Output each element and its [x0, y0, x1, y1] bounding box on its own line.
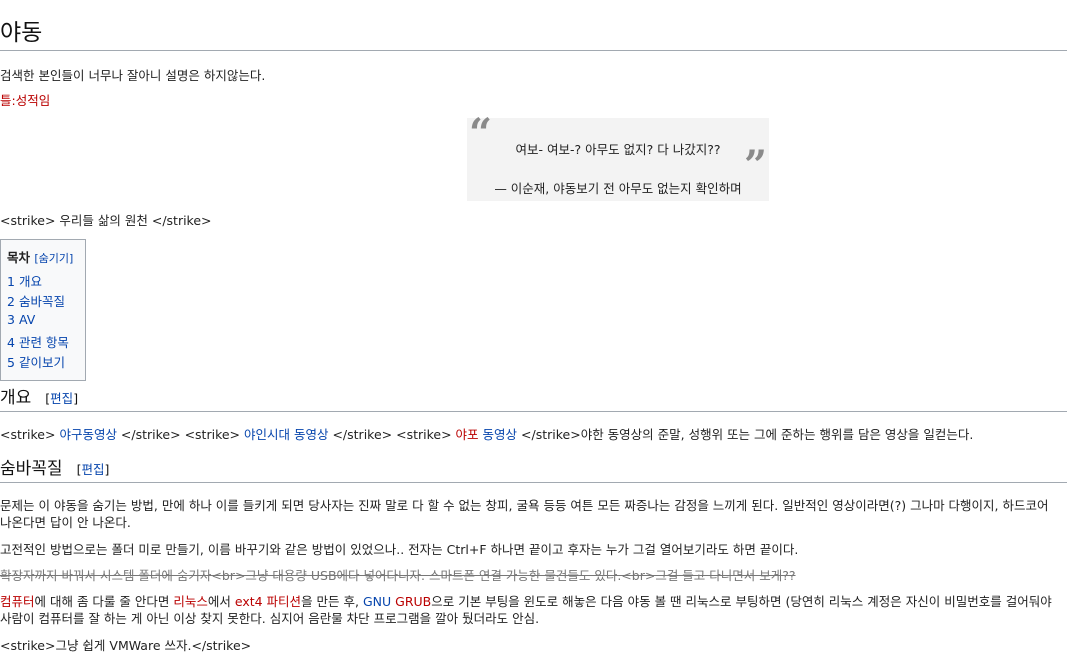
overview-paragraph: <strike> 야구동영상 </strike> <strike> 야인시대 동… — [0, 427, 974, 442]
quote-text: 여보- 여보-? 아무도 없지? 다 나갔지?? — [515, 142, 721, 157]
link-yapo[interactable]: 야포 — [456, 427, 479, 442]
paragraph-1b: 나온다면 답이 안 나온다. — [0, 515, 131, 530]
article: 야동 검색한 본인들이 너무나 잘아니 설명은 하지않는다. 틀:성적임 “ ”… — [0, 0, 1067, 653]
paragraph-5: <strike>그냥 쉽게 VMWare 쓰자.</strike> — [0, 638, 252, 653]
link-linux[interactable]: 리눅스 — [173, 594, 208, 609]
template-link[interactable]: 틀:성적임 — [0, 93, 50, 108]
toc-title: 목차 — [7, 250, 31, 265]
page-title: 야동 — [0, 0, 1067, 51]
edit-section-link[interactable]: [편집] — [45, 391, 78, 406]
edit-section-link[interactable]: [편집] — [77, 462, 110, 477]
toc-item[interactable]: 1 개요 — [7, 271, 42, 290]
intro-text: 검색한 본인들이 너무나 잘아니 설명은 하지않는다. — [0, 68, 266, 83]
link-gnu[interactable]: GNU — [363, 594, 391, 609]
link-grub[interactable]: GRUB — [395, 594, 431, 609]
paragraph-2: 고전적인 방법으로는 폴더 미로 만들기, 이름 바꾸기와 같은 방법이 있었으… — [0, 542, 799, 557]
paragraph-4a: 컴퓨터에 대해 좀 다룰 줄 안다면 리눅스에서 ext4 파티션을 만든 후,… — [0, 594, 1052, 609]
quote-source: — 이순재, 야동보기 전 아무도 없는지 확인하며 — [494, 181, 742, 196]
link-computer[interactable]: 컴퓨터 — [0, 594, 35, 609]
link-yain-video[interactable]: 야인시대 동영상 — [244, 427, 328, 442]
paragraph-1a: 문제는 이 야동을 숨기는 방법, 만에 하나 이를 들키게 되면 당사자는 진… — [0, 498, 1049, 513]
quote-box: “ ” 여보- 여보-? 아무도 없지? 다 나갔지?? — 이순재, 야동보기… — [467, 110, 769, 201]
link-video[interactable]: 동영상 — [483, 427, 518, 442]
link-ext4[interactable]: ext4 파티션 — [235, 594, 301, 609]
paragraph-4b: 사람이 컴퓨터를 잘 하는 게 아닌 이상 찾지 못한다. 심지어 음란물 차단… — [0, 611, 540, 626]
section-heading-overview: 개요 [편집] — [0, 386, 1067, 412]
toc-item[interactable]: 5 같이보기 — [7, 352, 65, 371]
toc-toggle-link[interactable]: [숨기기] — [34, 252, 73, 265]
section-heading-hide-and-seek: 숨바꼭질 [편집] — [0, 457, 1067, 483]
table-of-contents: 목차 [숨기기] 1 개요 2 숨바꼭질 3 AV 4 관련 항목 5 같이보기 — [0, 239, 86, 381]
link-baseball-video[interactable]: 야구동영상 — [59, 427, 117, 442]
strike-line: <strike> 우리들 삶의 원천 </strike> — [0, 213, 212, 228]
paragraph-3-struck: 확장자까지 바꿔서 시스템 폴더에 숨기자<br>그냥 대용량 USB에다 넣어… — [0, 568, 796, 583]
toc-item[interactable]: 2 숨바꼭질 — [7, 291, 65, 310]
toc-item[interactable]: 3 AV — [7, 312, 35, 327]
toc-item[interactable]: 4 관련 항목 — [7, 332, 69, 351]
